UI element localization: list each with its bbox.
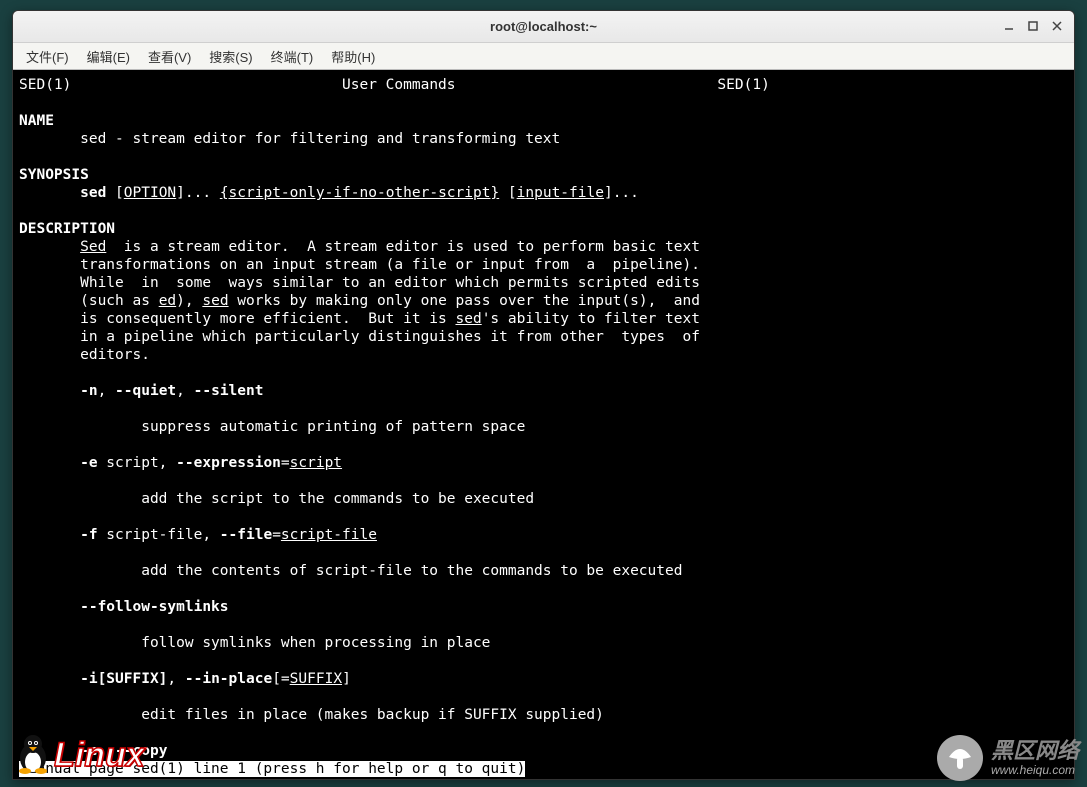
name-line: sed - stream editor for filtering and tr… [19, 131, 560, 147]
desc-l5b: 's ability to filter text [482, 311, 700, 327]
desc-l6: in a pipeline which particularly disting… [19, 329, 700, 345]
opt-f-script: script-file [281, 527, 377, 543]
opt-n-desc: suppress automatic printing of pattern s… [19, 419, 525, 435]
menu-file[interactable]: 文件(F) [17, 44, 78, 69]
opt-follow: --follow-symlinks [80, 599, 228, 615]
opt-e-arg: script, [98, 455, 177, 471]
section-name: NAME [19, 113, 54, 129]
watermark-heiqu-cn: 黑区网络 [991, 739, 1079, 763]
terminal-window: root@localhost:~ 文件(F) 编辑(E) 查看(V) 搜索(S)… [12, 10, 1075, 780]
menu-search[interactable]: 搜索(S) [200, 44, 261, 69]
syn-option: OPTION [124, 185, 176, 201]
watermark-linux-text: Linux [54, 736, 145, 775]
penguin-icon [14, 732, 52, 779]
desc-l1: is a stream editor. A stream editor is u… [106, 239, 700, 255]
opt-expression: --expression [176, 455, 281, 471]
menubar: 文件(F) 编辑(E) 查看(V) 搜索(S) 终端(T) 帮助(H) [13, 43, 1074, 70]
menu-help[interactable]: 帮助(H) [322, 44, 384, 69]
opt-e: -e [80, 455, 97, 471]
watermark-linux: Linux [14, 732, 145, 779]
opt-i: -i[SUFFIX] [80, 671, 167, 687]
desc-sed3: sed [456, 311, 482, 327]
menu-view[interactable]: 查看(V) [139, 44, 200, 69]
opt-e-desc: add the script to the commands to be exe… [19, 491, 534, 507]
opt-f: -f [80, 527, 97, 543]
watermark-heiqu-text: 黑区网络 www.heiqu.com [991, 739, 1079, 776]
opt-quiet: --quiet [115, 383, 176, 399]
desc-l4a: (such as [19, 293, 159, 309]
man-header-left: SED(1) [19, 77, 71, 93]
section-synopsis: SYNOPSIS [19, 167, 89, 183]
desc-ed: ed [159, 293, 176, 309]
desc-l4b: ), [176, 293, 202, 309]
menu-terminal[interactable]: 终端(T) [262, 44, 323, 69]
syn-sed: sed [80, 185, 106, 201]
desc-l4c: works by making only one pass over the i… [229, 293, 700, 309]
desc-l3: While in some ways similar to an editor … [19, 275, 700, 291]
man-header-right: SED(1) [717, 77, 769, 93]
opt-f-desc: add the contents of script-file to the c… [19, 563, 682, 579]
desc-sed: Sed [80, 239, 106, 255]
desc-sed2: sed [202, 293, 228, 309]
opt-e-script: script [290, 455, 342, 471]
watermark-heiqu: 黑区网络 www.heiqu.com [937, 735, 1079, 781]
opt-silent: --silent [194, 383, 264, 399]
desc-l5a: is consequently more efficient. But it i… [19, 311, 456, 327]
syn-script: {script-only-if-no-other-script} [220, 185, 499, 201]
window-controls [998, 16, 1068, 36]
titlebar[interactable]: root@localhost:~ [13, 11, 1074, 43]
syn-input: input-file [517, 185, 604, 201]
minimize-button[interactable] [998, 16, 1020, 36]
opt-i-suffix: SUFFIX [290, 671, 342, 687]
maximize-button[interactable] [1022, 16, 1044, 36]
watermark-heiqu-url: www.heiqu.com [991, 764, 1079, 777]
opt-inplace: --in-place [185, 671, 272, 687]
opt-n: -n [80, 383, 97, 399]
terminal-content[interactable]: SED(1) User Commands SED(1) NAME sed - s… [13, 70, 1074, 779]
opt-i-desc: edit files in place (makes backup if SUF… [19, 707, 604, 723]
desc-l2: transformations on an input stream (a fi… [19, 257, 700, 273]
opt-file: --file [220, 527, 272, 543]
mushroom-icon [937, 735, 983, 781]
close-button[interactable] [1046, 16, 1068, 36]
man-header-center: User Commands [342, 77, 456, 93]
menu-edit[interactable]: 编辑(E) [78, 44, 139, 69]
window-title: root@localhost:~ [490, 19, 597, 34]
opt-follow-desc: follow symlinks when processing in place [19, 635, 490, 651]
desc-l7: editors. [19, 347, 150, 363]
opt-f-arg: script-file, [98, 527, 220, 543]
section-description: DESCRIPTION [19, 221, 115, 237]
